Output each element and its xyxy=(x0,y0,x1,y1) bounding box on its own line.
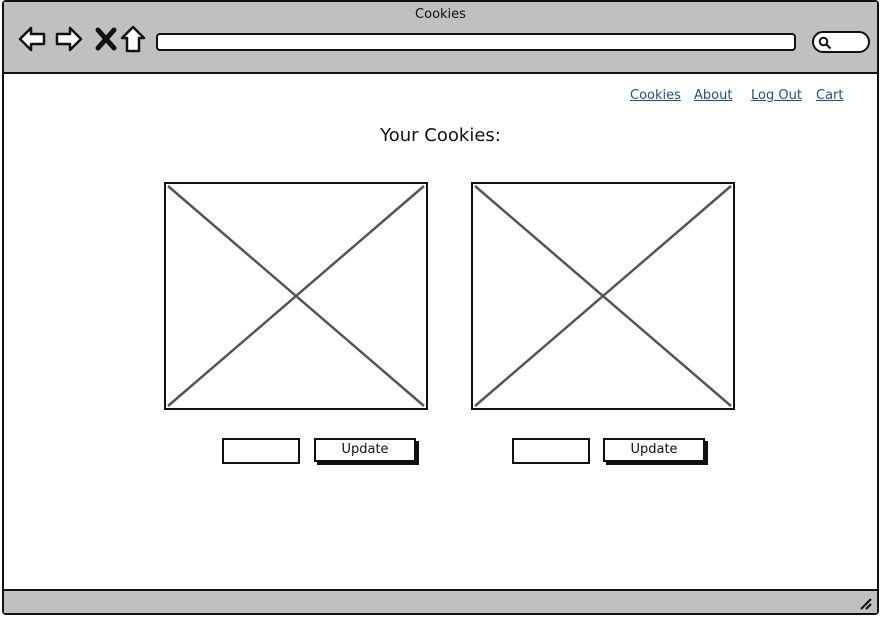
forward-arrow-icon[interactable] xyxy=(54,24,84,54)
browser-search-field[interactable] xyxy=(812,31,870,53)
search-icon xyxy=(818,36,832,50)
quantity-input[interactable] xyxy=(512,438,590,464)
back-arrow-icon[interactable] xyxy=(17,24,47,54)
nav-link-about[interactable]: About xyxy=(694,88,732,103)
update-button[interactable]: Update xyxy=(314,438,416,462)
top-nav-links: Cookies About Log Out Cart xyxy=(4,88,877,108)
status-bar xyxy=(4,589,877,613)
page-heading: Your Cookies: xyxy=(380,125,501,146)
update-button[interactable]: Update xyxy=(603,438,705,462)
resize-grip-icon[interactable] xyxy=(859,597,873,611)
window-title: Cookies xyxy=(415,7,466,22)
nav-link-cart[interactable]: Cart xyxy=(816,88,844,103)
url-bar[interactable] xyxy=(156,33,796,51)
nav-link-cookies[interactable]: Cookies xyxy=(630,88,681,103)
cookie-image-placeholder xyxy=(471,182,735,410)
close-x-icon[interactable] xyxy=(91,24,121,54)
home-icon[interactable] xyxy=(118,24,148,54)
quantity-input[interactable] xyxy=(222,438,300,464)
nav-link-log-out[interactable]: Log Out xyxy=(751,88,802,103)
browser-titlebar: Cookies xyxy=(4,2,877,74)
cookie-image-placeholder xyxy=(164,182,428,410)
browser-window: Cookies Cookies About Log Out Cart Your … xyxy=(2,0,879,615)
